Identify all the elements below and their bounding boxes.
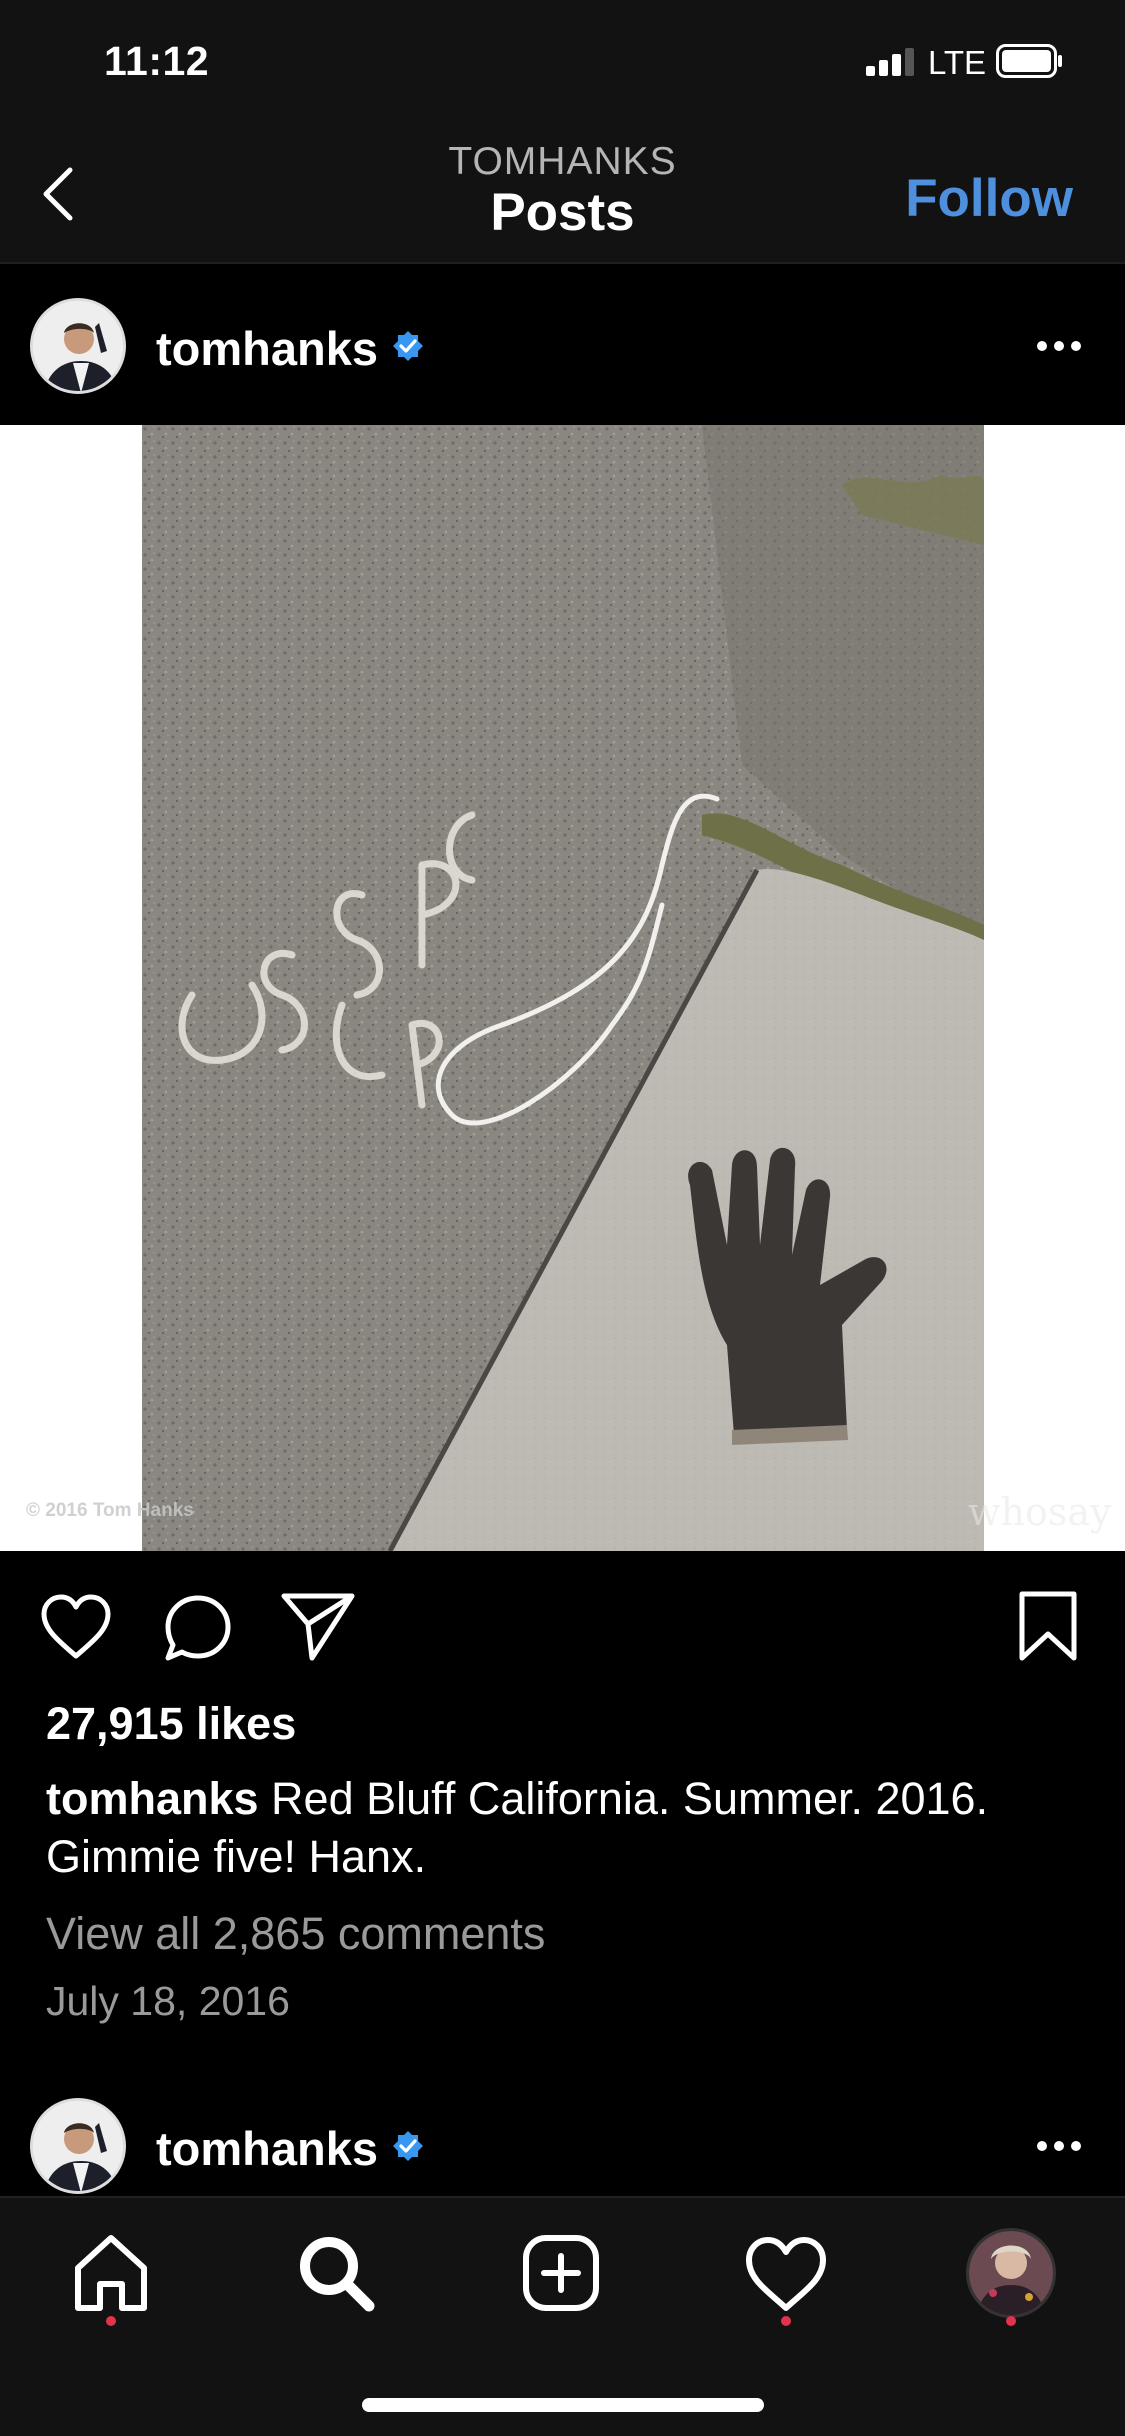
share-paper-plane-icon[interactable] bbox=[280, 1590, 356, 1662]
home-icon[interactable] bbox=[66, 2228, 156, 2318]
like-count[interactable]: 27,915 likes bbox=[46, 1698, 296, 1750]
photo-copyright: © 2016 Tom Hanks bbox=[26, 1500, 194, 1521]
like-heart-icon[interactable] bbox=[40, 1594, 112, 1660]
post-media[interactable] bbox=[0, 425, 1125, 1551]
search-icon[interactable] bbox=[291, 2228, 381, 2318]
home-notification-dot bbox=[106, 2316, 116, 2326]
photo-watermark: whosay bbox=[968, 1490, 1112, 1534]
profile-avatar-image bbox=[969, 2231, 1053, 2315]
signal-strength-icon bbox=[866, 48, 914, 76]
save-bookmark-icon[interactable] bbox=[1016, 1590, 1080, 1662]
post-caption: tomhanks Red Bluff California. Summer. 2… bbox=[46, 1770, 1086, 1886]
more-options-icon[interactable] bbox=[1034, 2136, 1084, 2156]
post-username[interactable]: tomhanks bbox=[156, 2121, 378, 2176]
new-post-icon[interactable] bbox=[516, 2228, 606, 2318]
home-indicator[interactable] bbox=[362, 2398, 764, 2412]
more-options-icon[interactable] bbox=[1034, 336, 1084, 356]
top-bar: 11:12 LTE TOMHANKS Posts Follow bbox=[0, 0, 1125, 264]
verified-badge-icon bbox=[393, 2131, 423, 2161]
network-type: LTE bbox=[928, 44, 987, 81]
status-time: 11:12 bbox=[104, 38, 210, 84]
post-date: July 18, 2016 bbox=[46, 1978, 290, 2024]
verified-badge-icon bbox=[393, 331, 423, 361]
avatar[interactable] bbox=[30, 298, 126, 394]
avatar-image bbox=[33, 301, 123, 391]
battery-icon bbox=[996, 44, 1062, 78]
view-comments-link[interactable]: View all 2,865 comments bbox=[46, 1908, 545, 1960]
post-username[interactable]: tomhanks bbox=[156, 321, 378, 376]
post-photo bbox=[142, 425, 984, 1551]
follow-button[interactable]: Follow bbox=[905, 168, 1073, 229]
avatar-image bbox=[33, 2101, 123, 2191]
avatar[interactable] bbox=[30, 2098, 126, 2194]
profile-avatar-icon[interactable] bbox=[966, 2228, 1056, 2318]
activity-notification-dot bbox=[781, 2316, 791, 2326]
comment-bubble-icon[interactable] bbox=[162, 1592, 234, 1664]
activity-heart-icon[interactable] bbox=[741, 2228, 831, 2318]
profile-notification-dot bbox=[1006, 2316, 1016, 2326]
post-header: tomhanks bbox=[0, 266, 1125, 426]
caption-username[interactable]: tomhanks bbox=[46, 1773, 259, 1824]
